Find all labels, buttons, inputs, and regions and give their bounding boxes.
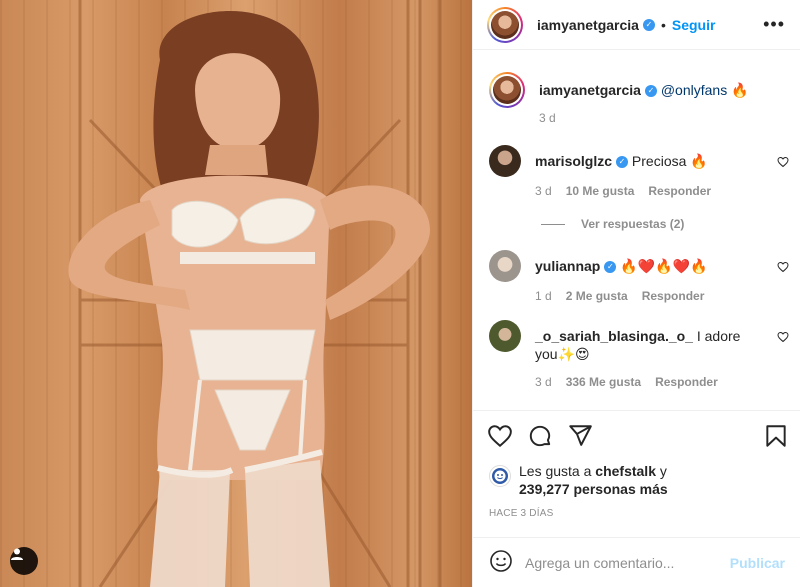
comment-likes[interactable]: 336 Me gusta [566,375,641,389]
comment-item: yuliannap ✓ 🔥❤️🔥❤️🔥 1 d 2 Me gusta Respon… [489,248,789,303]
add-comment-bar: Agrega un comentario... Publicar [473,537,800,587]
liker-avatar[interactable] [489,465,511,487]
comment-like-heart-icon[interactable] [777,155,789,171]
bookmark-icon[interactable] [763,423,789,452]
likes-suffix: y [655,463,667,479]
comment-item: _o_sariah_blasinga._o_ I adore you✨😍 3 d… [489,318,789,389]
caption-text: iamyanetgarcia ✓ @onlyfans 🔥 [539,81,789,99]
comment-likes[interactable]: 10 Me gusta [566,184,635,198]
verified-badge-icon: ✓ [616,156,629,169]
comment-item: marisolglzc ✓ Preciosa 🔥 3 d 10 Me gusta … [489,143,789,198]
caption-mention[interactable]: @onlyfans [661,82,727,98]
follow-button[interactable]: Seguir [672,17,716,33]
caption-meta: 3 d [539,111,789,125]
share-icon[interactable] [567,423,593,452]
post-timestamp[interactable]: HACE 3 DÍAS [489,508,553,519]
comment-time[interactable]: 1 d [535,289,552,303]
comment-meta: 3 d 10 Me gusta Responder [535,184,789,198]
replies-divider [541,223,565,225]
caption-row: iamyanetgarcia ✓ @onlyfans 🔥 3 d [489,72,789,125]
post-header: iamyanetgarcia ✓ • Seguir ••• [473,0,800,50]
more-options-icon[interactable]: ••• [763,14,785,35]
comment-avatar[interactable] [489,145,521,177]
verified-badge-icon: ✓ [644,85,657,98]
comment-icon[interactable] [527,423,553,452]
comment-time[interactable]: 3 d [535,184,552,198]
comment-body: Preciosa 🔥 [631,153,708,169]
view-replies-button[interactable]: Ver respuestas (2) [541,217,684,231]
likes-prefix: Les gusta a [519,463,596,479]
comment-body: 🔥❤️🔥❤️🔥 [620,258,708,274]
comment-username[interactable]: _o_sariah_blasinga._o_ [535,328,693,344]
author-avatar[interactable] [487,6,523,43]
comment-avatar[interactable] [489,320,521,352]
action-bar [473,410,800,462]
view-replies-label: Ver respuestas (2) [581,217,685,231]
comment-time[interactable]: 3 d [535,375,552,389]
verified-badge-icon: ✓ [604,261,617,274]
comment-text: marisolglzc ✓ Preciosa 🔥 [535,152,789,170]
comment-input[interactable]: Agrega un comentario... [525,555,730,571]
separator-dot: • [660,16,666,33]
publish-button[interactable]: Publicar [730,555,785,571]
reply-button[interactable]: Responder [655,375,718,389]
likes-count[interactable]: 239,277 personas más [519,481,668,497]
caption-time[interactable]: 3 d [539,111,556,125]
comment-likes[interactable]: 2 Me gusta [566,289,628,303]
comment-text: _o_sariah_blasinga._o_ I adore you✨😍 [535,327,789,363]
user-tag-icon[interactable] [10,547,38,575]
photo-illustration [68,0,442,587]
liker-username[interactable]: chefstalk [595,463,656,479]
likes-summary: Les gusta a chefstalk y 239,277 personas… [489,462,789,498]
comment-like-heart-icon[interactable] [777,260,789,276]
reply-button[interactable]: Responder [648,184,711,198]
comment-username[interactable]: yuliannap [535,258,600,274]
emoji-icon[interactable] [489,549,513,576]
comment-text: yuliannap ✓ 🔥❤️🔥❤️🔥 [535,257,789,275]
author-username[interactable]: iamyanetgarcia [537,17,639,33]
caption-emoji: 🔥 [731,82,749,98]
caption-username[interactable]: iamyanetgarcia [539,82,641,98]
comment-like-heart-icon[interactable] [777,330,789,346]
verified-badge-icon: ✓ [642,18,655,31]
comment-body: I adore [696,328,741,344]
comment-body-continued: you✨😍 [535,346,590,362]
heart-icon[interactable] [487,423,513,452]
post-side-panel: iamyanetgarcia ✓ • Seguir ••• iamyanetga… [472,0,800,587]
post-photo[interactable] [0,0,472,587]
comment-meta: 1 d 2 Me gusta Responder [535,289,789,303]
reply-button[interactable]: Responder [642,289,705,303]
likes-text: Les gusta a chefstalk y 239,277 personas… [519,462,668,498]
comment-username[interactable]: marisolglzc [535,153,612,169]
caption-avatar[interactable] [489,72,525,108]
comment-avatar[interactable] [489,250,521,282]
comment-meta: 3 d 336 Me gusta Responder [535,375,789,389]
